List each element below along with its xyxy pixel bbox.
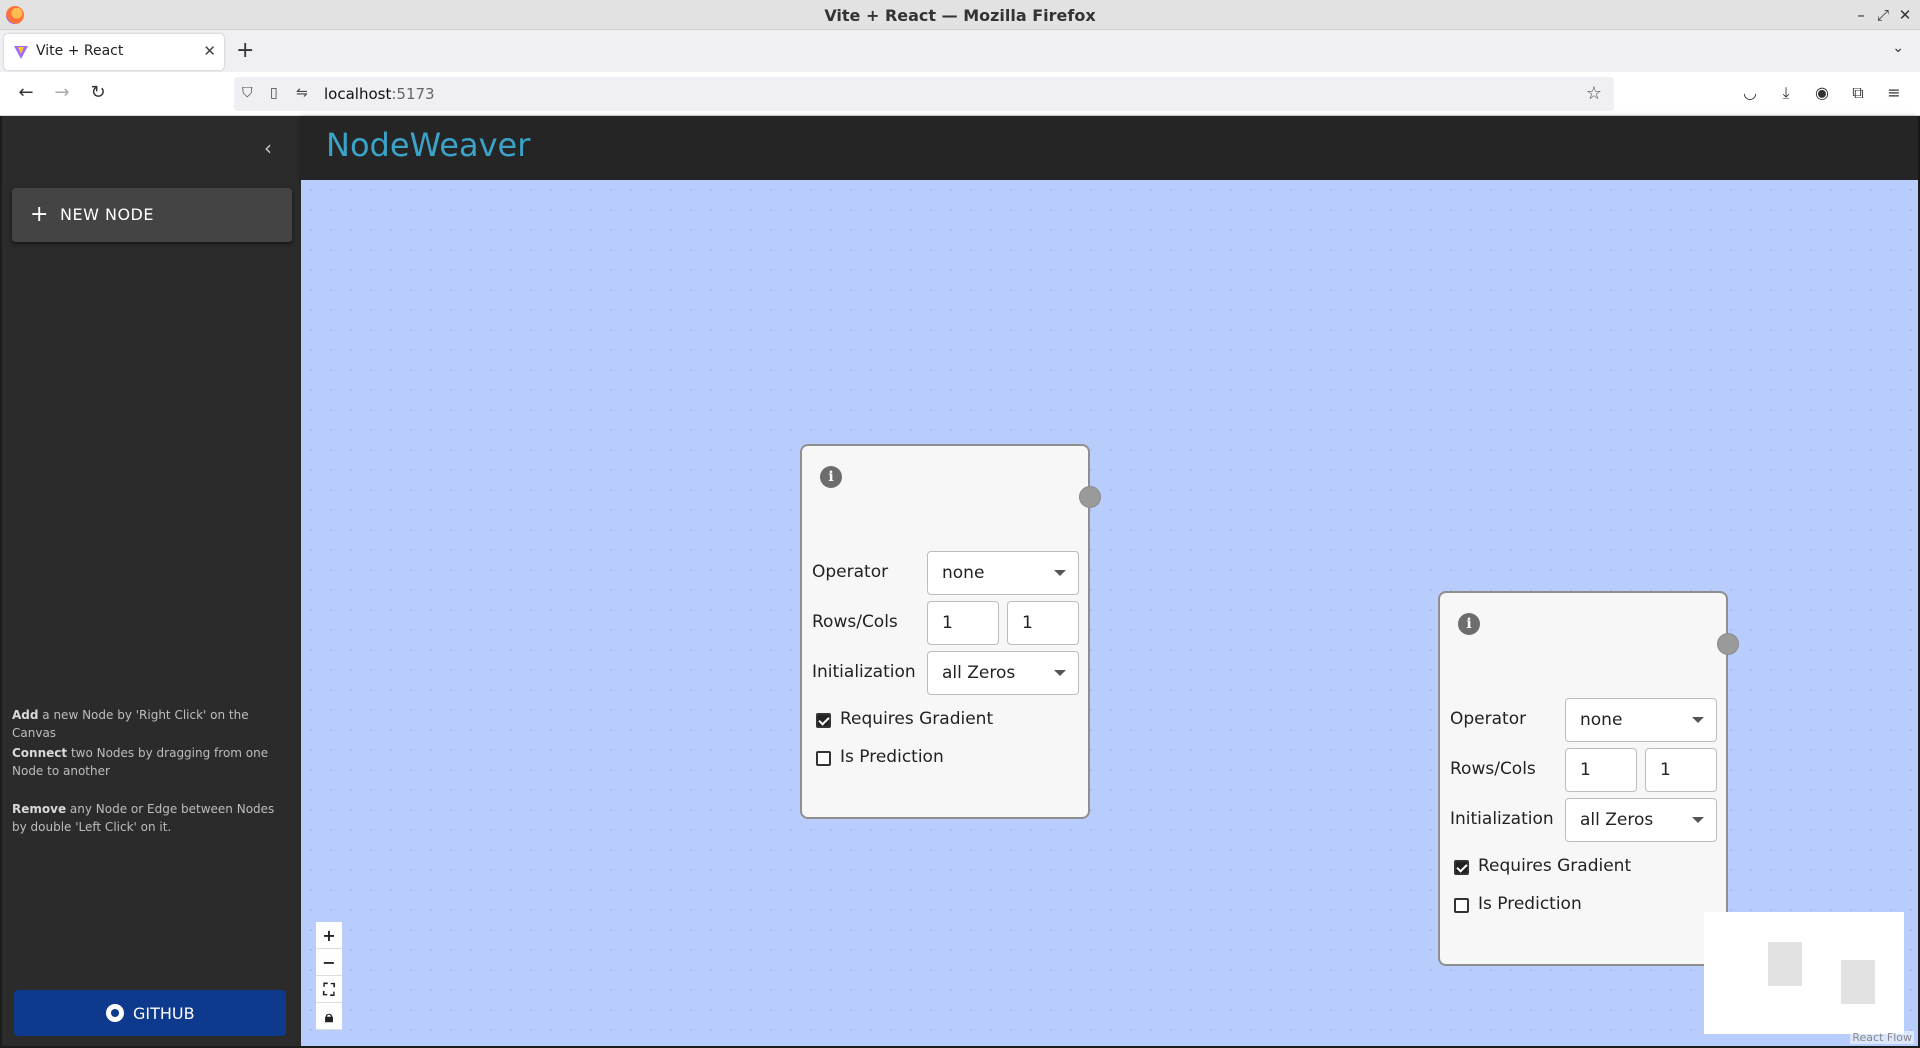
collapse-sidebar-icon[interactable]: ‹ [264, 136, 272, 160]
back-icon[interactable]: ← [14, 82, 38, 103]
url-bar[interactable]: ⛉ ▯ ⇋ localhost:5173 ☆ [234, 77, 1614, 111]
bookmark-star-icon[interactable]: ☆ [1586, 83, 1602, 104]
operator-label: Operator [1450, 709, 1527, 729]
initialization-select[interactable]: all Zeros [1565, 798, 1717, 842]
cols-input[interactable] [1007, 601, 1079, 645]
tensor-node[interactable]: i Operator none Rows/Cols Initialization… [800, 444, 1101, 819]
pocket-icon[interactable]: ◡ [1740, 83, 1760, 102]
account-icon[interactable]: ◉ [1812, 83, 1832, 102]
help-add: Add a new Node by 'Right Click' on the C… [12, 708, 249, 740]
requires-gradient-checkbox[interactable] [816, 713, 831, 728]
zoom-out-icon[interactable]: − [316, 949, 342, 976]
flow-controls: + − ⛶ 🔒︎ [316, 922, 342, 1030]
fit-view-icon[interactable]: ⛶ [316, 976, 342, 1003]
dropdown-arrow-icon [1692, 717, 1704, 723]
minimap[interactable] [1704, 912, 1904, 1034]
brand-title: NodeWeaver [326, 126, 531, 164]
lock-icon[interactable]: 🔒︎ [316, 1003, 342, 1030]
reload-icon[interactable]: ↻ [86, 82, 110, 103]
info-icon[interactable]: i [1458, 613, 1480, 635]
is-prediction-checkbox[interactable] [816, 751, 831, 766]
tab-list-chevron-icon[interactable]: ⌄ [1892, 40, 1904, 56]
requires-gradient-label: Requires Gradient [1478, 856, 1632, 876]
vite-favicon-icon [14, 46, 28, 59]
forward-icon[interactable]: → [50, 82, 74, 103]
zoom-in-icon[interactable]: + [316, 922, 342, 949]
is-prediction-label: Is Prediction [1478, 894, 1582, 914]
github-button[interactable]: GITHUB [14, 990, 286, 1036]
extensions-icon[interactable]: ⧉ [1848, 83, 1868, 103]
initialization-label: Initialization [1450, 809, 1554, 829]
rowscols-label: Rows/Cols [1450, 759, 1536, 779]
url-text[interactable]: localhost:5173 [324, 85, 435, 103]
new-node-button[interactable]: + NEW NODE [12, 188, 292, 242]
github-label: GITHUB [133, 1004, 195, 1023]
minimize-icon[interactable]: – [1852, 6, 1870, 24]
window-title: Vite + React — Mozilla Firefox [824, 6, 1096, 25]
is-prediction-checkbox[interactable] [1454, 898, 1469, 913]
minimap-node [1768, 942, 1802, 986]
shield-icon[interactable]: ⛉ [242, 85, 253, 101]
page-icon[interactable]: ▯ [270, 85, 278, 101]
sidebar: ‹ + NEW NODE Add a new Node by 'Right Cl… [2, 116, 301, 1046]
page: ‹ + NEW NODE Add a new Node by 'Right Cl… [2, 116, 1918, 1046]
close-window-icon[interactable]: ✕ [1896, 6, 1914, 24]
rowscols-label: Rows/Cols [812, 612, 898, 632]
dropdown-arrow-icon [1054, 570, 1066, 576]
initialization-select[interactable]: all Zeros [927, 651, 1079, 695]
downloads-icon[interactable]: ⤓ [1776, 83, 1796, 103]
permissions-icon[interactable]: ⇋ [296, 85, 308, 101]
help-remove: Remove any Node or Edge between Nodes by… [12, 802, 275, 834]
tab-close-icon[interactable]: ✕ [203, 42, 216, 60]
requires-gradient-label: Requires Gradient [840, 709, 994, 729]
minimap-node [1841, 960, 1875, 1004]
operator-select[interactable]: none [1565, 698, 1717, 742]
nav-bar: ← → ↻ ⛉ ▯ ⇋ localhost:5173 ☆ ◡ ⤓ ◉ ⧉ ≡ [0, 72, 1920, 116]
cols-input[interactable] [1645, 748, 1717, 792]
dropdown-arrow-icon [1692, 817, 1704, 823]
tab-strip: Vite + React ✕ + ⌄ [0, 30, 1920, 72]
tensor-node[interactable]: i Operator none Rows/Cols Initialization… [1438, 591, 1739, 966]
new-node-label: NEW NODE [60, 205, 154, 224]
info-icon[interactable]: i [820, 466, 842, 488]
source-handle[interactable] [1079, 486, 1101, 508]
rows-input[interactable] [927, 601, 999, 645]
new-tab-icon[interactable]: + [236, 38, 254, 63]
tab-label: Vite + React [36, 43, 124, 59]
app-header: NodeWeaver [301, 116, 1918, 180]
source-handle[interactable] [1717, 633, 1739, 655]
browser-tab[interactable]: Vite + React ✕ [4, 34, 224, 70]
initialization-label: Initialization [812, 662, 916, 682]
operator-select[interactable]: none [927, 551, 1079, 595]
plus-icon: + [30, 202, 49, 227]
is-prediction-label: Is Prediction [840, 747, 944, 767]
window-titlebar: Vite + React — Mozilla Firefox – ⤢ ✕ [0, 0, 1920, 30]
dropdown-arrow-icon [1054, 670, 1066, 676]
flow-canvas[interactable]: i Operator none Rows/Cols Initialization… [301, 180, 1918, 1046]
requires-gradient-checkbox[interactable] [1454, 860, 1469, 875]
github-icon [106, 1004, 124, 1022]
help-connect: Connect two Nodes by dragging from one N… [12, 746, 269, 778]
operator-label: Operator [812, 562, 889, 582]
menu-icon[interactable]: ≡ [1884, 83, 1904, 102]
rows-input[interactable] [1565, 748, 1637, 792]
react-flow-attribution[interactable]: React Flow [1850, 1031, 1914, 1044]
maximize-icon[interactable]: ⤢ [1874, 6, 1892, 24]
